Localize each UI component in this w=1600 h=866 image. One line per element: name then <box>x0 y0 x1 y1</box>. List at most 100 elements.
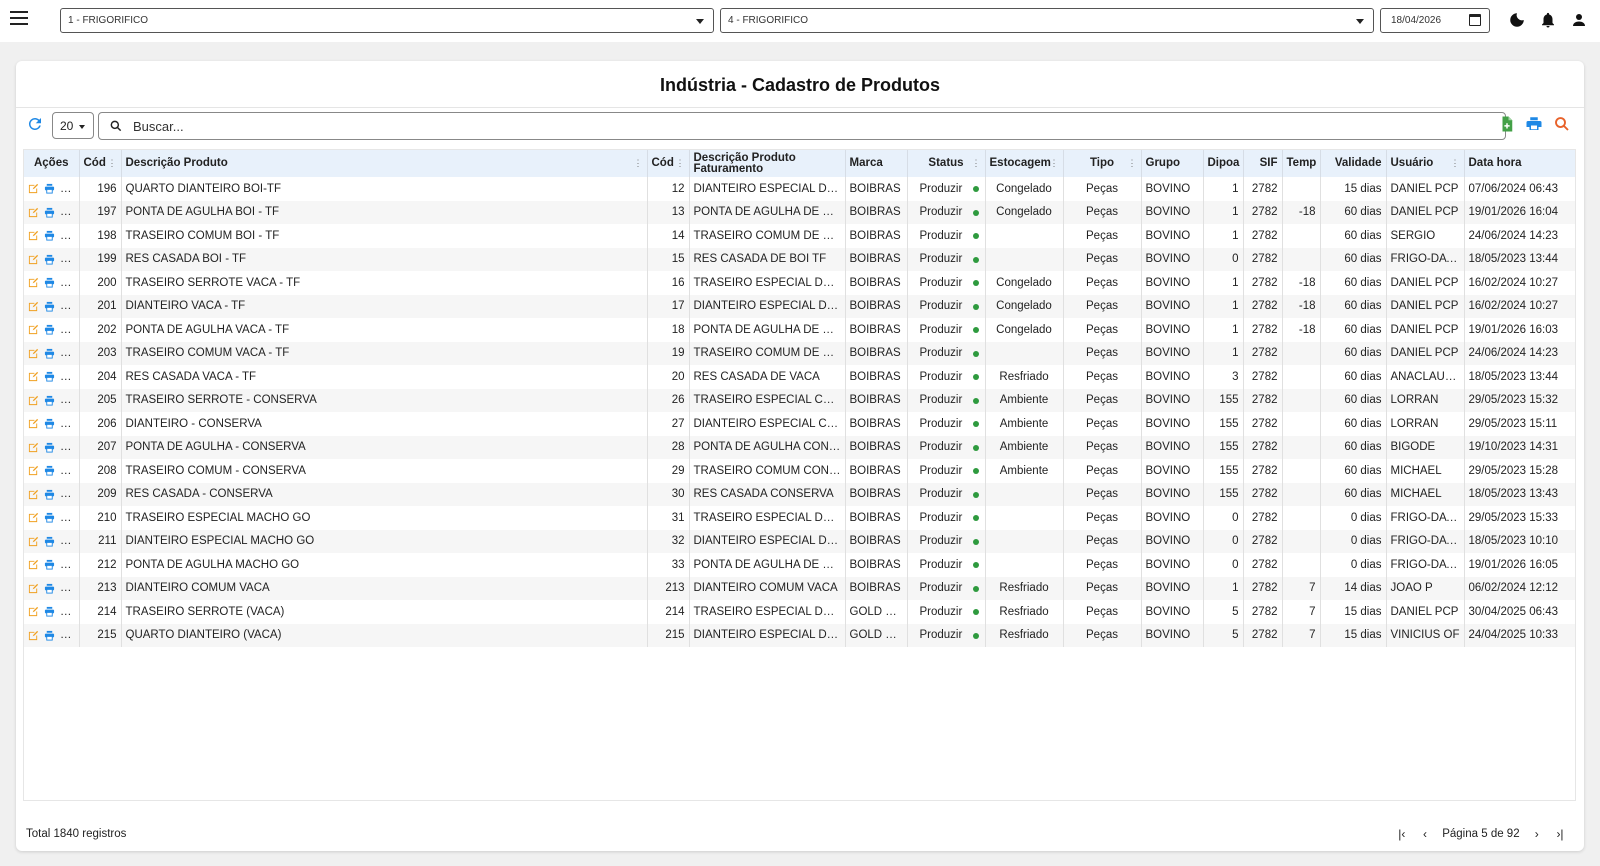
col-header-temp[interactable]: Temp <box>1282 150 1321 177</box>
next-page-icon[interactable]: › <box>1529 827 1545 841</box>
search-input[interactable] <box>133 117 1433 135</box>
print-icon[interactable] <box>44 183 55 194</box>
table-row[interactable]: 201 DIANTEIRO VACA - TF 17 DIANTEIRO ESPECI… <box>24 294 1575 318</box>
prev-page-icon[interactable]: ‹ <box>1417 827 1433 841</box>
col-header-grupo[interactable]: Grupo <box>1141 150 1204 177</box>
table-row[interactable]: 205 TRASEIRO SERROTE - CONSERVA 26 TRASEIRO… <box>24 388 1575 412</box>
print-icon[interactable] <box>44 512 55 523</box>
calendar-icon[interactable] <box>1469 14 1481 26</box>
table-row[interactable]: 197 PONTA DE AGULHA BOI - TF 13 PONTA DE AG… <box>24 200 1575 224</box>
table-row[interactable]: 206 DIANTEIRO - CONSERVA 27 DIANTEIRO ESPEC… <box>24 412 1575 436</box>
last-page-icon[interactable]: ›| <box>1552 827 1568 841</box>
edit-icon[interactable] <box>28 442 39 453</box>
print-icon[interactable] <box>44 606 55 617</box>
print-icon[interactable] <box>44 230 55 241</box>
col-header-cod[interactable]: Cód ⋮ <box>79 150 122 177</box>
edit-icon[interactable] <box>28 183 39 194</box>
table-row[interactable]: 202 PONTA DE AGULHA VACA - TF 18 PONTA DE A… <box>24 318 1575 342</box>
edit-icon[interactable] <box>28 583 39 594</box>
edit-icon[interactable] <box>28 348 39 359</box>
print-icon[interactable] <box>44 371 55 382</box>
table-row[interactable]: 209 RES CASADA - CONSERVA 30 RES CASADA CON… <box>24 482 1575 506</box>
table-row[interactable]: 204 RES CASADA VACA - TF 20 RES CASADA DE V… <box>24 365 1575 389</box>
edit-icon[interactable] <box>28 230 39 241</box>
print-icon[interactable] <box>44 277 55 288</box>
page-size-select[interactable]: 20 <box>52 112 94 139</box>
edit-icon[interactable] <box>28 512 39 523</box>
edit-icon[interactable] <box>28 418 39 429</box>
col-header-descricao-faturamento[interactable]: Descrição Produto Faturamento <box>689 150 846 177</box>
print-icon[interactable] <box>44 254 55 265</box>
col-header-validade[interactable]: Validade <box>1320 150 1387 177</box>
table-row[interactable]: 207 PONTA DE AGULHA - CONSERVA 28 PONTA DE … <box>24 435 1575 459</box>
column-menu-icon[interactable]: ⋮ <box>1128 158 1137 169</box>
col-header-status[interactable]: Status ⋮ <box>907 150 986 177</box>
column-menu-icon[interactable]: ⋮ <box>972 158 981 169</box>
table-row[interactable]: 214 TRASEIRO SERROTE (VACA) 214 TRASEIRO ES… <box>24 600 1575 624</box>
table-row[interactable]: 211 DIANTEIRO ESPECIAL MACHO GO 32 DIANTEIR… <box>24 529 1575 553</box>
date-field[interactable]: 18/04/2026 <box>1380 8 1490 33</box>
notification-bell-icon[interactable] <box>1539 11 1557 29</box>
unit-select[interactable]: 4 - FRIGORIFICO <box>720 8 1374 33</box>
print-icon[interactable] <box>44 207 55 218</box>
col-header-data-hora[interactable]: Data hora⋮ <box>1464 150 1575 177</box>
edit-icon[interactable] <box>28 301 39 312</box>
column-menu-icon[interactable]: ⋮ <box>676 158 685 169</box>
table-row[interactable]: 203 TRASEIRO COMUM VACA - TF 19 TRASEIRO CO… <box>24 341 1575 365</box>
col-header-dipoa[interactable]: Dipoa <box>1203 150 1244 177</box>
print-icon[interactable] <box>44 348 55 359</box>
table-row[interactable]: 208 TRASEIRO COMUM - CONSERVA 29 TRASEIRO C… <box>24 459 1575 483</box>
edit-icon[interactable] <box>28 371 39 382</box>
edit-icon[interactable] <box>28 489 39 500</box>
print-icon[interactable] <box>44 559 55 570</box>
print-icon[interactable] <box>44 583 55 594</box>
edit-icon[interactable] <box>28 254 39 265</box>
col-header-sif[interactable]: SIF <box>1243 150 1283 177</box>
print-icon[interactable] <box>44 395 55 406</box>
col-header-estocagem[interactable]: Estocagem ⋮ <box>985 150 1064 177</box>
print-icon[interactable] <box>44 418 55 429</box>
edit-icon[interactable] <box>28 559 39 570</box>
table-row[interactable]: 212 PONTA DE AGULHA MACHO GO 33 PONTA DE AG… <box>24 553 1575 577</box>
edit-icon[interactable] <box>28 395 39 406</box>
table-row[interactable]: 200 TRASEIRO SERROTE VACA - TF 16 TRASEIRO … <box>24 271 1575 295</box>
table-row[interactable]: 196 QUARTO DIANTEIRO BOI-TF 12 DIANTEIRO ES… <box>24 177 1575 201</box>
edit-icon[interactable] <box>28 465 39 476</box>
print-icon[interactable] <box>44 324 55 335</box>
user-account-icon[interactable] <box>1570 11 1588 29</box>
edit-icon[interactable] <box>28 207 39 218</box>
edit-icon[interactable] <box>28 277 39 288</box>
print-icon[interactable] <box>44 536 55 547</box>
advanced-search-icon[interactable] <box>1553 115 1571 133</box>
column-menu-icon[interactable]: ⋮ <box>108 158 117 169</box>
print-icon[interactable] <box>44 489 55 500</box>
first-page-icon[interactable]: |‹ <box>1394 827 1410 841</box>
dark-mode-icon[interactable] <box>1508 11 1526 29</box>
table-row[interactable]: 215 QUARTO DIANTEIRO (VACA) 215 DIANTEIRO E… <box>24 623 1575 647</box>
table-row[interactable]: 198 TRASEIRO COMUM BOI - TF 14 TRASEIRO COM… <box>24 224 1575 248</box>
refresh-icon[interactable] <box>26 115 44 133</box>
column-menu-icon[interactable]: ⋮ <box>634 158 643 169</box>
print-icon[interactable] <box>44 630 55 641</box>
edit-icon[interactable] <box>28 536 39 547</box>
col-header-usuario[interactable]: Usuário ⋮ <box>1386 150 1465 177</box>
col-header-cod-faturamento[interactable]: Cód ⋮ <box>647 150 690 177</box>
col-header-marca[interactable]: Marca <box>845 150 908 177</box>
edit-icon[interactable] <box>28 630 39 641</box>
table-row[interactable]: 210 TRASEIRO ESPECIAL MACHO GO 31 TRASEIRO … <box>24 506 1575 530</box>
table-row[interactable]: 199 RES CASADA BOI - TF 15 RES CASADA DE BO… <box>24 247 1575 271</box>
table-row[interactable]: 213 DIANTEIRO COMUM VACA 213 DIANTEIRO COMU… <box>24 576 1575 600</box>
print-icon[interactable] <box>44 301 55 312</box>
print-icon[interactable] <box>44 442 55 453</box>
col-header-descricao[interactable]: Descrição Produto ⋮ <box>121 150 648 177</box>
menu-icon[interactable] <box>10 11 28 25</box>
print-icon[interactable] <box>44 465 55 476</box>
column-menu-icon[interactable]: ⋮ <box>1451 158 1460 169</box>
company-select[interactable]: 1 - FRIGORIFICO <box>60 8 714 33</box>
export-excel-icon[interactable] <box>1498 115 1516 133</box>
col-header-tipo[interactable]: Tipo ⋮ <box>1063 150 1142 177</box>
column-menu-icon[interactable]: ⋮ <box>1050 158 1059 169</box>
print-icon[interactable] <box>1525 115 1543 133</box>
edit-icon[interactable] <box>28 324 39 335</box>
edit-icon[interactable] <box>28 606 39 617</box>
